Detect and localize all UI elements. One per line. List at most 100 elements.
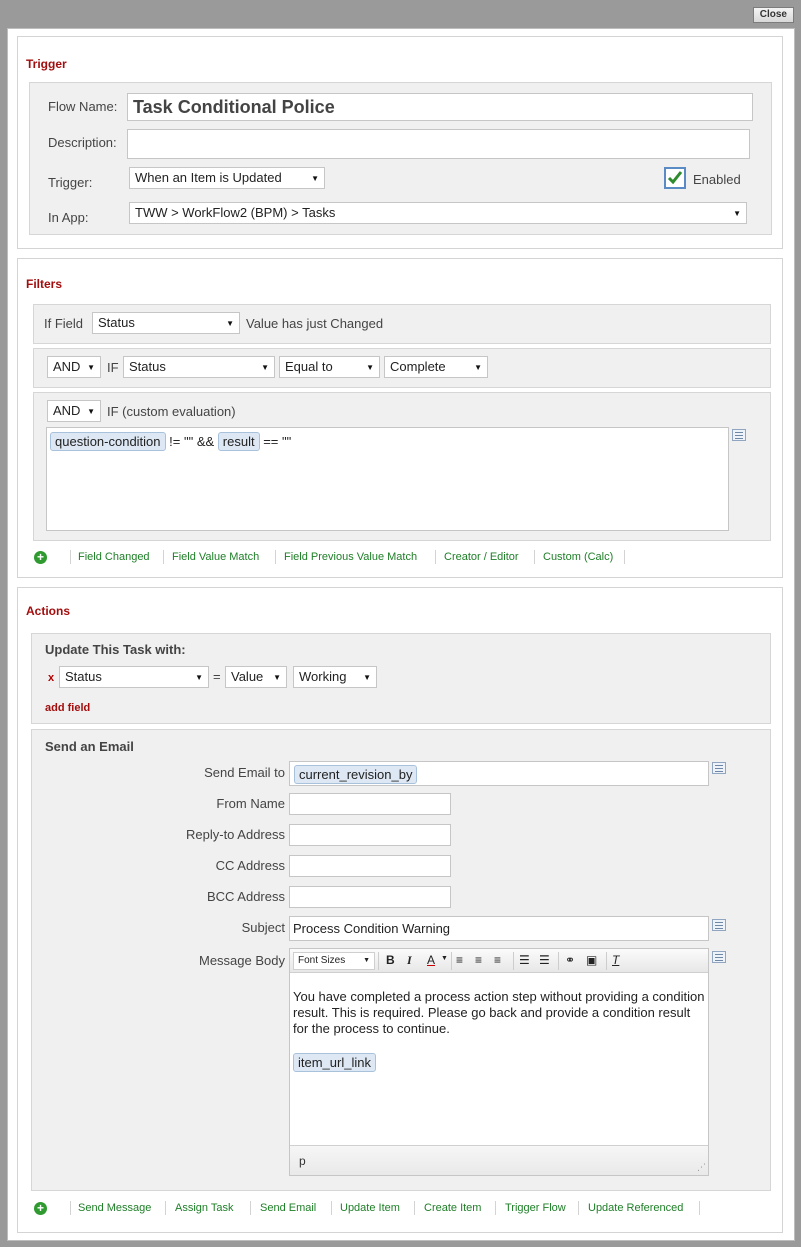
app-select[interactable]: TWW > WorkFlow2 (BPM) > Tasks ▼ (129, 202, 747, 224)
flow-name-input[interactable]: Task Conditional Police (127, 93, 753, 121)
filter-2-operator-value: Equal to (285, 359, 333, 374)
bcc-input[interactable] (289, 886, 451, 908)
link-trigger-flow[interactable]: Trigger Flow (505, 1202, 566, 1214)
update-value-select[interactable]: Working ▼ (293, 666, 377, 688)
update-field-value: Status (65, 669, 102, 684)
align-right-icon[interactable]: ≡ (494, 953, 501, 967)
dropdown-arrow-icon: ▼ (311, 174, 319, 183)
reply-to-input[interactable] (289, 824, 451, 846)
add-field-link[interactable]: add field (45, 702, 90, 714)
trigger-select-value: When an Item is Updated (135, 170, 282, 185)
filter-1-field-select[interactable]: Status ▼ (92, 312, 240, 334)
dropdown-arrow-icon: ▼ (273, 673, 281, 682)
link-field-value-match[interactable]: Field Value Match (172, 551, 259, 563)
filter-3-conj-select[interactable]: AND ▼ (47, 400, 101, 422)
link-field-previous-value-match[interactable]: Field Previous Value Match (284, 551, 417, 563)
link-icon[interactable]: ⚭ (565, 953, 575, 967)
bold-icon[interactable]: B (386, 953, 395, 967)
enabled-checkbox[interactable] (664, 167, 686, 189)
dropdown-arrow-icon: ▼ (261, 363, 269, 372)
flow-name-label: Flow Name: (48, 99, 118, 114)
dropdown-arrow-icon: ▼ (474, 363, 482, 372)
divider (558, 952, 559, 970)
link-send-email[interactable]: Send Email (260, 1202, 316, 1214)
divider (495, 1201, 496, 1215)
italic-icon[interactable]: I (407, 953, 412, 968)
filter-1-field-value: Status (98, 315, 135, 330)
remove-field-icon[interactable]: x (48, 672, 54, 684)
field-picker-icon[interactable] (712, 919, 726, 931)
font-sizes-dropdown[interactable]: Font Sizes ▼ (293, 952, 375, 970)
dropdown-arrow-icon: ▼ (226, 319, 234, 328)
divider (70, 550, 71, 564)
filter-2-operator-select[interactable]: Equal to ▼ (279, 356, 380, 378)
field-picker-icon[interactable] (712, 762, 726, 774)
filter-row-3: AND ▼ IF (custom evaluation) question-con… (33, 392, 771, 541)
divider (513, 952, 514, 970)
actions-section: Actions Update This Task with: x Status ▼… (17, 587, 783, 1233)
update-type-select[interactable]: Value ▼ (225, 666, 287, 688)
link-assign-task[interactable]: Assign Task (175, 1202, 234, 1214)
filter-2-conj-select[interactable]: AND ▼ (47, 356, 101, 378)
field-token[interactable]: result (217, 432, 260, 451)
close-button[interactable]: Close (752, 7, 794, 23)
text-color-icon[interactable]: A (427, 953, 435, 967)
filter-2-field-value: Status (129, 359, 166, 374)
divider (414, 1201, 415, 1215)
enabled-label: Enabled (693, 172, 741, 187)
flow-editor-dialog: Trigger Flow Name: Task Conditional Poli… (7, 28, 795, 1241)
trigger-section: Trigger Flow Name: Task Conditional Poli… (17, 36, 783, 249)
trigger-select[interactable]: When an Item is Updated ▼ (129, 167, 325, 189)
align-center-icon[interactable]: ≡ (475, 953, 482, 967)
dropdown-arrow-icon: ▼ (733, 209, 741, 218)
update-type-value: Value (231, 669, 264, 684)
equals-sign: = (213, 669, 221, 684)
add-filter-icon[interactable]: + (34, 551, 47, 564)
from-name-input[interactable] (289, 793, 451, 815)
numbered-list-icon[interactable]: ☰ (539, 953, 550, 967)
align-left-icon[interactable]: ≡ (456, 953, 463, 967)
update-value-value: Working (299, 669, 347, 684)
filter-2-value-value: Complete (390, 359, 446, 374)
actions-title: Actions (26, 604, 71, 618)
link-update-item[interactable]: Update Item (340, 1202, 400, 1214)
link-update-referenced[interactable]: Update Referenced (588, 1202, 683, 1214)
expression-text: != "" && (169, 434, 215, 449)
editor-toolbar: Font Sizes ▼ B I A ▼ ≡ ≡ ≡ ☰ ☰ ⚭ ▣ T (290, 949, 708, 973)
divider (70, 1201, 71, 1215)
description-label: Description: (48, 135, 117, 150)
message-body-editor: Font Sizes ▼ B I A ▼ ≡ ≡ ≡ ☰ ☰ ⚭ ▣ T You… (289, 948, 709, 1176)
description-textarea[interactable] (127, 129, 750, 159)
filter-row-1: If Field Status ▼ Value has just Changed (33, 304, 771, 344)
trigger-panel: Flow Name: Task Conditional Police Descr… (29, 82, 772, 235)
field-token[interactable]: question-condition (50, 432, 166, 451)
link-custom-calc[interactable]: Custom (Calc) (543, 551, 613, 563)
send-to-input[interactable]: current_revision_by (289, 761, 709, 786)
image-icon[interactable]: ▣ (586, 953, 597, 967)
field-picker-icon[interactable] (712, 951, 726, 963)
bullet-list-icon[interactable]: ☰ (519, 953, 530, 967)
clear-format-icon[interactable]: T (612, 953, 619, 967)
divider (435, 550, 436, 564)
cc-input[interactable] (289, 855, 451, 877)
filter-2-field-select[interactable]: Status ▼ (123, 356, 275, 378)
update-task-panel: Update This Task with: x Status ▼ = Value… (31, 633, 771, 724)
subject-input[interactable]: Process Condition Warning (289, 916, 709, 941)
update-field-select[interactable]: Status ▼ (59, 666, 209, 688)
link-create-item[interactable]: Create Item (424, 1202, 481, 1214)
item-url-token[interactable]: item_url_link (293, 1053, 376, 1072)
resize-handle-icon[interactable]: ⋰ (697, 1162, 706, 1173)
filter-2-value-select[interactable]: Complete ▼ (384, 356, 488, 378)
filter-2-if-label: IF (107, 360, 119, 375)
text-color-arrow-icon[interactable]: ▼ (441, 955, 448, 962)
link-send-message[interactable]: Send Message (78, 1202, 151, 1214)
cc-label: CC Address (215, 858, 285, 873)
link-creator-editor[interactable]: Creator / Editor (444, 551, 519, 563)
add-action-icon[interactable]: + (34, 1202, 47, 1215)
custom-evaluation-editor[interactable]: question-condition != "" && result == "" (46, 427, 729, 531)
recipient-token[interactable]: current_revision_by (294, 765, 418, 784)
link-field-changed[interactable]: Field Changed (78, 551, 150, 563)
field-picker-icon[interactable] (732, 429, 746, 441)
window-titlebar: Close (0, 0, 801, 28)
message-body-content[interactable]: You have completed a process action step… (290, 973, 708, 1145)
